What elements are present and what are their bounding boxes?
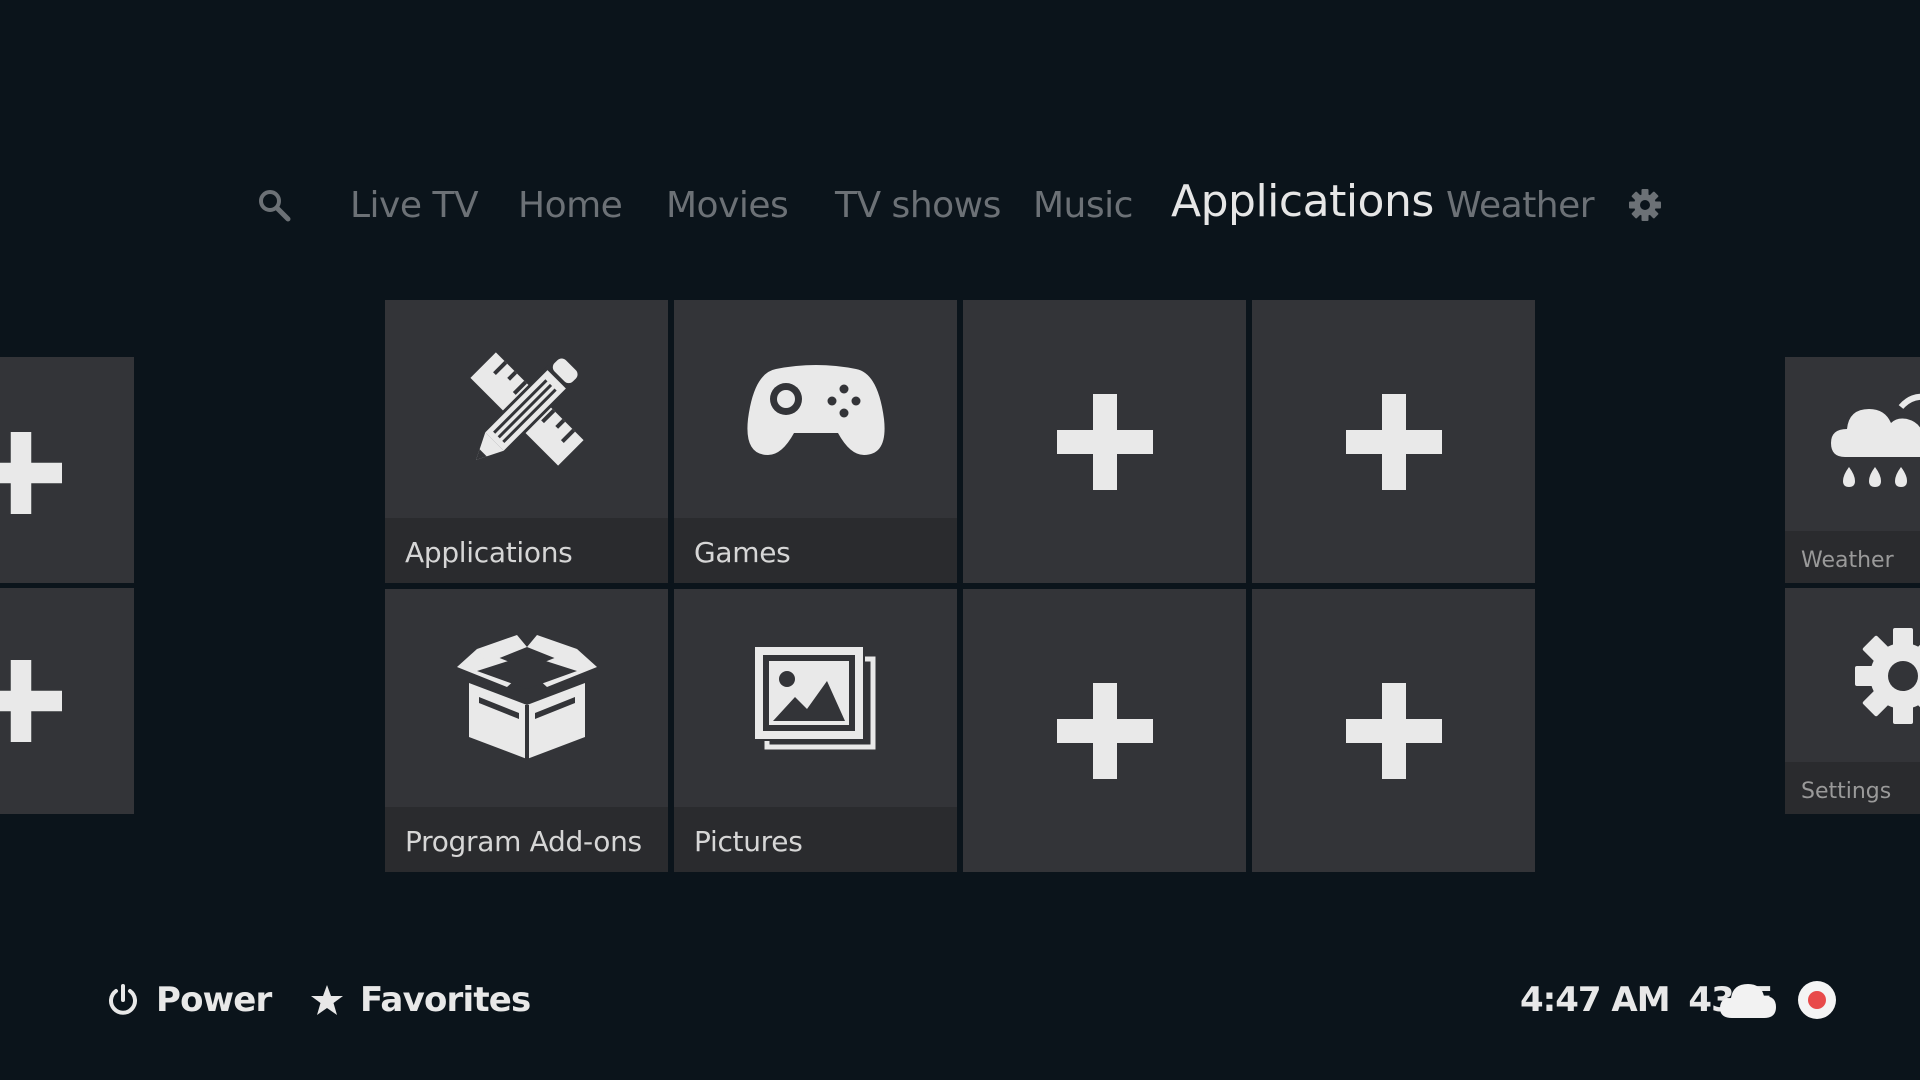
side-tile-label: Settings [1801, 779, 1892, 804]
nav-item-live-tv[interactable]: Live TV [350, 176, 479, 236]
star-icon [311, 985, 343, 1015]
favorites-label: Favorites [360, 980, 531, 1020]
power-button[interactable]: Power [106, 976, 272, 1024]
favorites-button[interactable]: Favorites [310, 976, 531, 1024]
plus-icon [1345, 393, 1442, 490]
pictures-icon [754, 647, 875, 750]
nav-item-weather[interactable]: Weather [1446, 176, 1595, 236]
tile-label: Games [694, 536, 791, 569]
power-label: Power [156, 980, 272, 1020]
side-tile-weather[interactable]: Weather [1785, 357, 1920, 583]
rain-cloud-icon [1831, 393, 1920, 487]
tile-label: Program Add-ons [405, 825, 642, 858]
plus-icon [0, 432, 62, 514]
nav-item-applications[interactable]: Applications [1171, 172, 1434, 232]
plus-icon [1345, 682, 1442, 779]
tile-add[interactable] [1252, 300, 1535, 583]
time-text: 4:47 AM [1520, 980, 1671, 1020]
plus-icon [1056, 393, 1153, 490]
tile-add[interactable] [963, 589, 1246, 872]
tile-program-add-ons[interactable]: Program Add-ons [385, 589, 668, 872]
search-icon[interactable] [256, 187, 292, 223]
tile-pictures[interactable]: Pictures [674, 589, 957, 872]
gear-icon [1855, 628, 1920, 724]
tile-add[interactable] [1252, 589, 1535, 872]
cloud-icon [1720, 984, 1776, 1018]
plus-icon [0, 660, 62, 742]
pencil-ruler-icon [469, 352, 584, 466]
gamepad-icon [746, 365, 885, 455]
side-tile-settings[interactable]: Settings [1785, 588, 1920, 814]
nav-item-movies[interactable]: Movies [666, 176, 789, 236]
open-box-icon [456, 635, 597, 759]
record-indicator-icon[interactable] [1797, 980, 1837, 1020]
plus-icon [1056, 682, 1153, 779]
tile-add[interactable] [963, 300, 1246, 583]
tile-label: Pictures [694, 825, 803, 858]
nav-item-music[interactable]: Music [1033, 176, 1133, 236]
home-screen: Live TV Home Movies TV shows Music Appli… [0, 0, 1920, 1080]
tile-applications[interactable]: Applications [385, 300, 668, 583]
tile-label: Applications [405, 536, 573, 569]
tile-games[interactable]: Games [674, 300, 957, 583]
side-tile-label: Weather [1801, 548, 1894, 573]
nav-item-home[interactable]: Home [518, 176, 623, 236]
gear-icon[interactable] [1628, 188, 1662, 222]
power-icon [109, 984, 137, 1015]
side-tile-add[interactable] [0, 357, 134, 583]
side-tile-add[interactable] [0, 588, 134, 814]
nav-item-tv-shows[interactable]: TV shows [835, 176, 1001, 236]
